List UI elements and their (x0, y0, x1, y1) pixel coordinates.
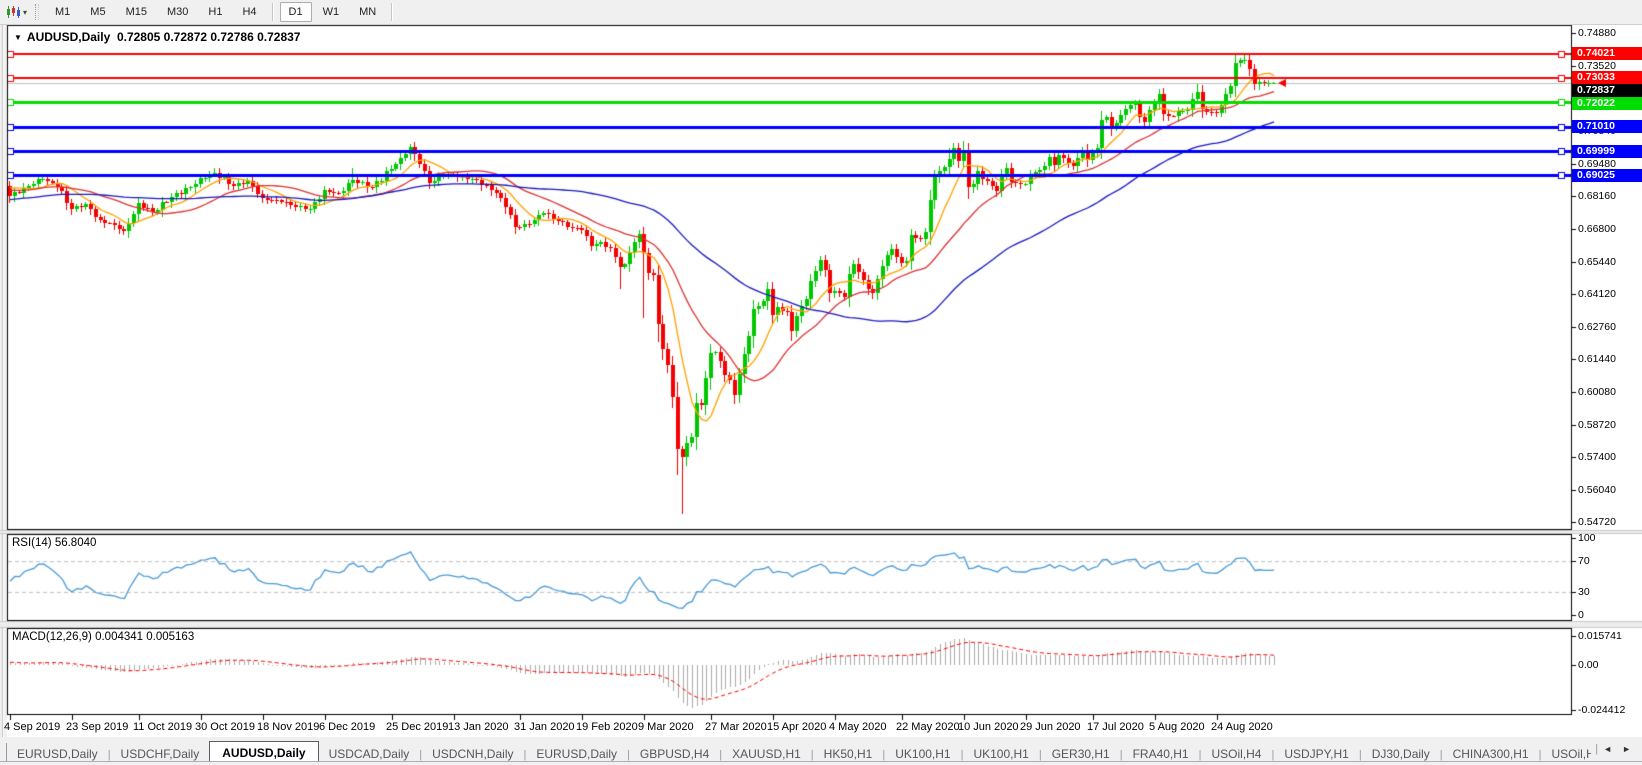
tab-strip-stub (0, 743, 7, 763)
timeframe-button-h4[interactable]: H4 (233, 2, 265, 22)
date-tick-label: 17 Jul 2020 (1087, 721, 1144, 733)
timeframe-button-m5[interactable]: M5 (81, 2, 114, 22)
current-price-badge: 0.72837 (1572, 84, 1642, 97)
hline-price-badge: 0.73033 (1572, 71, 1642, 84)
collapse-icon[interactable]: ▼ (14, 33, 22, 42)
macd-pane-label: MACD(12,26,9) 0.004341 0.005163 (12, 631, 194, 643)
date-tick-label: 11 Oct 2019 (133, 721, 192, 733)
timeframe-button-m15[interactable]: M15 (117, 2, 156, 22)
date-tick-label: 29 Jun 2020 (1020, 721, 1081, 733)
macd-tick-label: 0.00 (1578, 659, 1598, 671)
date-tick-label: 27 Mar 2020 (705, 721, 767, 733)
toolbar-separator (272, 3, 274, 21)
timeframe-button-m30[interactable]: M30 (158, 2, 197, 22)
candlestick-icon (6, 5, 20, 19)
date-tick-label: 23 Sep 2019 (66, 721, 128, 733)
price-tick-label: 0.56040 (1578, 484, 1616, 496)
timeframe-button-mn[interactable]: MN (350, 2, 385, 22)
tab-scroll-right-icon[interactable]: ► (1622, 744, 1631, 754)
date-tick-label: 18 Nov 2019 (257, 721, 319, 733)
timeframe-button-d1[interactable]: D1 (280, 2, 312, 22)
tab-scroll-arrows: | ◄ ► (1591, 737, 1640, 761)
timeframe-button-h1[interactable]: H1 (199, 2, 231, 22)
rsi-tick-label: 100 (1578, 532, 1596, 544)
macd-tick-label: -0.024412 (1578, 704, 1625, 716)
price-tick-label: 0.62760 (1578, 321, 1616, 333)
price-tick-label: 0.68160 (1578, 190, 1616, 202)
price-tick-label: 0.60080 (1578, 386, 1616, 398)
date-tick-label: 9 Mar 2020 (638, 721, 694, 733)
tab-separator: | (1595, 743, 1598, 755)
price-tick-label: 0.57400 (1578, 451, 1616, 463)
date-tick-label: 24 Aug 2020 (1211, 721, 1273, 733)
hline-price-badge: 0.71010 (1572, 120, 1642, 133)
date-tick-label: 10 Jun 2020 (958, 721, 1019, 733)
timeframe-button-w1[interactable]: W1 (314, 2, 349, 22)
price-tick-label: 0.66800 (1578, 223, 1616, 235)
rsi-tick-label: 0 (1578, 609, 1584, 621)
price-tick-label: 0.61440 (1578, 353, 1616, 365)
chart-title: ▼ AUDUSD,Daily 0.72805 0.72872 0.72786 0.… (14, 30, 300, 44)
price-tick-label: 0.74880 (1578, 27, 1616, 39)
date-tick-label: 22 May 2020 (896, 721, 960, 733)
date-tick-label: 30 Oct 2019 (195, 721, 255, 733)
mt4-window: ▾ M1M5M15M30H1H4 D1W1MN ▼ AUDUSD,Daily 0.7… (0, 0, 1642, 765)
chevron-down-icon[interactable]: ▾ (23, 8, 27, 17)
rsi-tick-label: 70 (1578, 555, 1590, 567)
date-tick-label: 4 May 2020 (829, 721, 886, 733)
toolbar-separator (391, 3, 393, 21)
date-tick-label: 19 Feb 2020 (576, 721, 638, 733)
hline-price-badge: 0.74021 (1572, 47, 1642, 60)
toolbar-grip (35, 4, 39, 20)
status-strip (0, 761, 1642, 765)
rsi-pane-label: RSI(14) 56.8040 (12, 537, 96, 549)
price-tick-label: 0.54720 (1578, 516, 1616, 528)
timeframe-toolbar: ▾ M1M5M15M30H1H4 D1W1MN (0, 0, 1642, 25)
chart-type-icon[interactable] (4, 4, 22, 20)
timeframe-buttons: M1M5M15M30H1H4 D1W1MN (45, 2, 398, 22)
date-tick-label: 15 Apr 2020 (767, 721, 826, 733)
date-tick-label: 5 Aug 2020 (1149, 721, 1205, 733)
hline-price-badge: 0.69025 (1572, 169, 1642, 182)
timeframe-button-m1[interactable]: M1 (46, 2, 79, 22)
hline-price-badge: 0.69999 (1572, 145, 1642, 158)
rsi-tick-label: 30 (1578, 586, 1590, 598)
chart-title-symbol: AUDUSD,Daily (27, 30, 110, 44)
date-tick-label: 25 Dec 2019 (386, 721, 448, 733)
hline-price-badge: 0.72022 (1572, 97, 1642, 110)
chart-title-quote: 0.72805 0.72872 0.72786 0.72837 (117, 30, 301, 44)
date-tick-label: 6 Dec 2019 (319, 721, 375, 733)
price-tick-label: 0.58720 (1578, 419, 1616, 431)
chart-canvas[interactable] (0, 0, 1642, 765)
date-tick-label: 31 Jan 2020 (514, 721, 575, 733)
price-tick-label: 0.64120 (1578, 288, 1616, 300)
tab-scroll-left-icon[interactable]: ◄ (1603, 744, 1612, 754)
date-tick-label: 13 Jan 2020 (448, 721, 509, 733)
macd-tick-label: 0.015741 (1578, 630, 1622, 642)
date-tick-label: 4 Sep 2019 (4, 721, 60, 733)
price-tick-label: 0.65440 (1578, 256, 1616, 268)
